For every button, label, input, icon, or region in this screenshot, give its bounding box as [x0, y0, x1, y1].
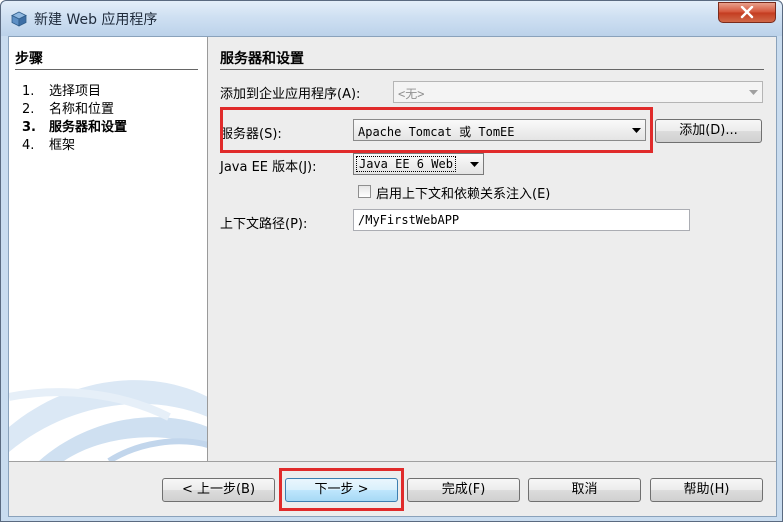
step-label: 名称和位置 [49, 102, 115, 117]
chevron-down-icon [465, 154, 483, 174]
help-button[interactable]: 帮助(H) [650, 478, 763, 502]
step-label: 框架 [49, 138, 76, 153]
enterprise-app-select[interactable]: <无> [393, 81, 763, 103]
javaee-version-select[interactable]: Java EE 6 Web [353, 153, 484, 175]
footer-divider [9, 461, 776, 462]
section-title: 服务器和设置 [220, 51, 304, 67]
next-highlight-box [279, 468, 404, 511]
step-label: 服务器和设置 [49, 120, 128, 135]
window-title: 新建 Web 应用程序 [34, 12, 158, 28]
step-number: 3. [22, 120, 36, 135]
add-server-button[interactable]: 添加(D)... [655, 119, 762, 143]
step-number: 1. [22, 84, 35, 99]
steps-title: 步骤 [15, 51, 43, 67]
enterprise-app-value: <无> [398, 87, 425, 101]
netbeans-cube-icon [11, 11, 27, 27]
step-item-1: 1. 选择项目 [22, 80, 101, 99]
cdi-label: 启用上下文和依赖关系注入(E) [376, 187, 551, 202]
settings-panel: 服务器和设置 添加到企业应用程序(A): <无> 服务器(S): Apache … [208, 37, 776, 461]
cancel-button[interactable]: 取消 [528, 478, 641, 502]
step-number: 4. [22, 138, 35, 153]
prev-button[interactable]: < 上一步(B) [162, 478, 275, 502]
finish-button[interactable]: 完成(F) [407, 478, 520, 502]
context-path-value: /MyFirstWebAPP [358, 213, 460, 227]
dialog-body: 步骤 1. 选择项目 2. 名称和位置 3. 服务器和设置 4. 框架 服务器和… [8, 36, 777, 517]
close-icon [740, 6, 754, 19]
dialog-window: 新建 Web 应用程序 步骤 1. 选择项目 2. 名称和位置 3. 服务器和设置 4… [0, 0, 783, 522]
javaee-version-value: Java EE 6 Web [356, 156, 456, 172]
title-bar: 新建 Web 应用程序 [1, 1, 782, 36]
context-path-label: 上下文路径(P): [220, 217, 308, 232]
step-item-2: 2. 名称和位置 [22, 98, 114, 117]
step-number: 2. [22, 102, 35, 117]
steps-panel: 步骤 1. 选择项目 2. 名称和位置 3. 服务器和设置 4. 框架 [9, 37, 208, 461]
chevron-down-icon [744, 82, 762, 102]
server-highlight-box [220, 107, 653, 153]
step-item-3: 3. 服务器和设置 [22, 116, 127, 135]
cdi-checkbox[interactable] [358, 185, 371, 198]
javaee-version-label: Java EE 版本(J): [220, 160, 317, 175]
enterprise-app-label: 添加到企业应用程序(A): [220, 87, 361, 102]
close-button[interactable] [718, 2, 776, 23]
steps-divider [15, 69, 198, 70]
step-label: 选择项目 [49, 84, 102, 99]
step-item-4: 4. 框架 [22, 134, 75, 153]
context-path-input[interactable]: /MyFirstWebAPP [353, 209, 690, 231]
section-divider [220, 69, 764, 70]
decorative-swirl-graphic [9, 380, 207, 461]
